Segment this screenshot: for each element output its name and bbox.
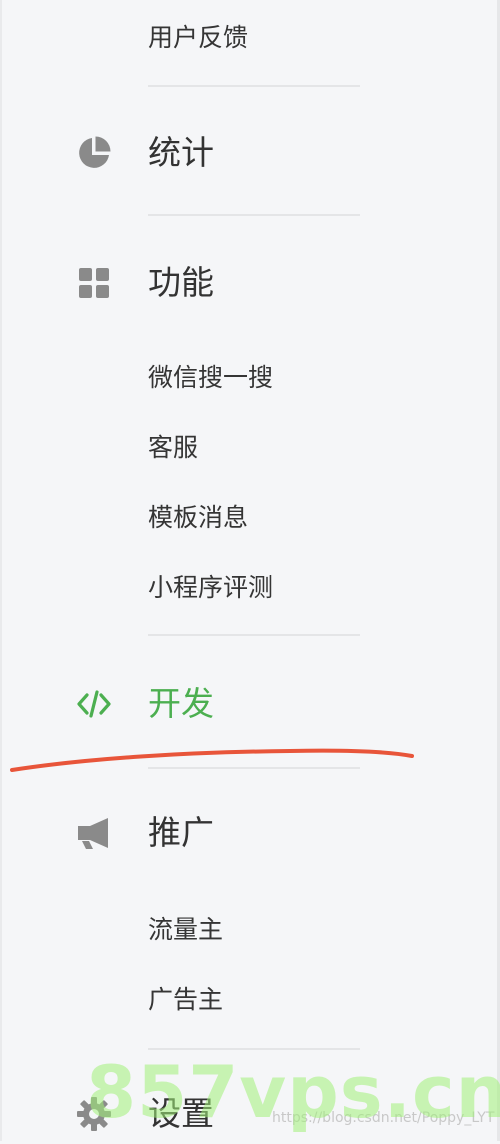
pie-chart-icon	[79, 136, 111, 168]
menu-item-wechat-search[interactable]: 微信搜一搜	[148, 362, 273, 394]
sidebar-section-stats[interactable]: 统计	[0, 123, 480, 183]
megaphone-icon	[78, 818, 108, 849]
sidebar-section-develop[interactable]: 开发	[0, 674, 480, 734]
sidebar-section-label: 功能	[148, 263, 214, 302]
sidebar-section-features[interactable]: 功能	[0, 253, 480, 313]
sidebar-menu: 用户反馈 统计 功能 微信搜一搜 客服 模板消息 小程序评测 开发 推广 流量主…	[0, 0, 500, 1141]
sidebar-section-label: 开发	[148, 684, 214, 723]
divider	[148, 214, 360, 216]
menu-item-user-feedback[interactable]: 用户反馈	[148, 22, 248, 54]
menu-item-advertiser[interactable]: 广告主	[148, 984, 223, 1016]
underline-annotation	[10, 748, 414, 772]
menu-item-traffic-owner[interactable]: 流量主	[148, 914, 223, 946]
divider	[148, 767, 360, 769]
sidebar-section-promotion[interactable]: 推广	[0, 803, 480, 863]
menu-item-template-message[interactable]: 模板消息	[148, 502, 248, 534]
sidebar-section-label: 统计	[148, 133, 214, 172]
menu-item-miniprogram-review[interactable]: 小程序评测	[148, 572, 273, 604]
brand-watermark: 857vps.cn	[86, 1050, 500, 1134]
sidebar-section-label: 推广	[148, 813, 214, 852]
divider	[148, 634, 360, 636]
grid-icon	[79, 268, 109, 298]
code-icon	[77, 690, 111, 718]
menu-item-customer-service[interactable]: 客服	[148, 432, 198, 464]
divider	[148, 85, 360, 87]
